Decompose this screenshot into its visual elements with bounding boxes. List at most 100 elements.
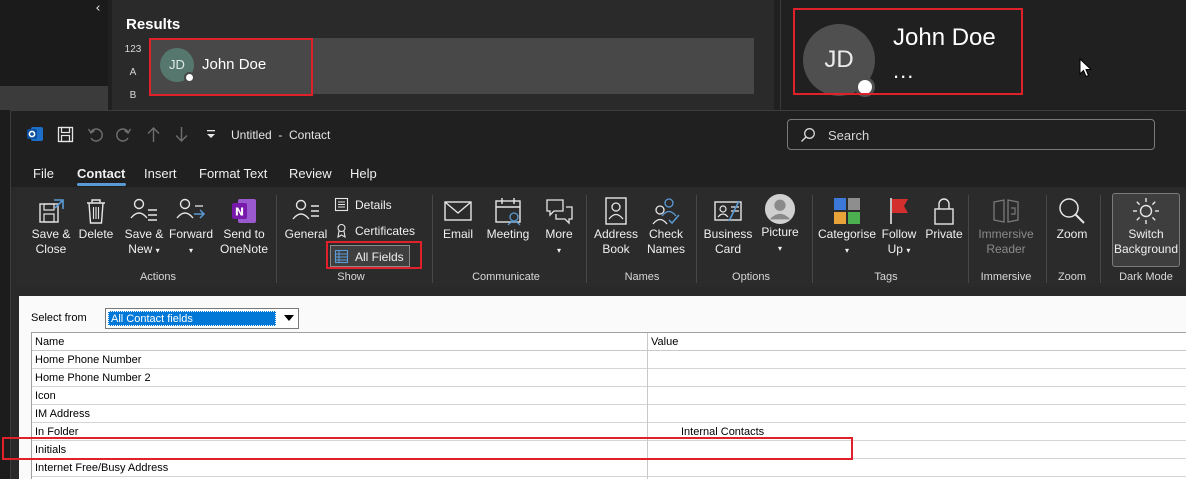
index-letter[interactable]: 123 [122, 44, 144, 55]
certificate-icon [337, 223, 346, 238]
field-name: IM Address [35, 408, 91, 420]
customize-toolbar-icon[interactable] [201, 124, 221, 144]
save-close-label: Save & Close [31, 227, 71, 256]
save-new-icon [128, 195, 160, 227]
active-tab-indicator [77, 183, 126, 186]
immersive-reader-icon [990, 195, 1022, 227]
zoom-label: Zoom [1056, 227, 1088, 241]
general-contact-icon [290, 195, 322, 227]
address-book-label: Address Book [593, 227, 639, 256]
search-placeholder: Search [828, 128, 870, 143]
business-card-icon [712, 195, 744, 227]
mail-icon [442, 195, 474, 227]
check-names-label: Check Names [646, 227, 685, 256]
undo-icon[interactable] [85, 124, 105, 144]
details-button[interactable]: Details [334, 197, 392, 212]
certificates-label: Certificates [355, 223, 416, 238]
table-row[interactable]: IM Address [32, 405, 1186, 423]
group-label-options: Options [732, 271, 770, 283]
group-label-names: Names [624, 271, 660, 283]
sun-icon [1130, 195, 1162, 227]
check-names-icon [650, 195, 682, 227]
group-separator [968, 195, 969, 283]
save-new-label: Save & New ▾ [124, 227, 164, 256]
select-from-dropdown[interactable]: All Contact fields [105, 308, 299, 329]
switch-background-content[interactable]: Switch Background [1110, 195, 1182, 257]
contact-card: JD John Doe ... [780, 0, 1186, 110]
general-button[interactable]: General [282, 195, 330, 242]
tab-review[interactable]: Review [289, 166, 332, 181]
delete-button[interactable]: Delete [75, 195, 117, 242]
select-from-label: Select from [31, 312, 87, 324]
group-label-tags: Tags [874, 271, 898, 283]
tab-help[interactable]: Help [350, 166, 377, 181]
save-close-button[interactable]: Save & Close [28, 195, 74, 257]
contact-picture-icon [764, 193, 796, 225]
column-header-value[interactable]: Value [651, 336, 678, 348]
table-row[interactable]: Internet Free/Busy Address [32, 459, 1186, 477]
certificates-button[interactable]: Certificates [334, 223, 415, 238]
categorise-icon [831, 195, 863, 227]
save-icon[interactable] [55, 124, 75, 144]
group-separator [432, 195, 433, 283]
address-book-button[interactable]: Address Book [592, 195, 640, 257]
left-pane-item[interactable] [0, 86, 108, 110]
redo-icon[interactable] [113, 124, 133, 144]
group-separator [696, 195, 697, 283]
ribbon: Save & Close Delete Save & New ▾ Forward… [16, 189, 1186, 287]
title-bar: Untitled - Contact Search [11, 111, 1186, 159]
field-name: Internet Free/Busy Address [35, 462, 169, 474]
save-close-icon [35, 195, 67, 227]
business-card-label: Business Card [703, 227, 753, 256]
svg-text:N: N [235, 206, 244, 219]
flag-icon [883, 195, 915, 227]
save-new-button[interactable]: Save & New ▾ [121, 195, 167, 258]
table-row[interactable]: Home Phone Number [32, 351, 1186, 369]
forward-button[interactable]: Forward ▾ [166, 195, 216, 258]
business-card-button[interactable]: Business Card [702, 195, 754, 257]
categorise-button[interactable]: Categorise ▾ [816, 195, 878, 258]
more-button[interactable]: More ▾ [538, 195, 580, 258]
email-button[interactable]: Email [438, 195, 478, 242]
check-names-button[interactable]: Check Names [642, 195, 690, 257]
highlight-box [793, 8, 1023, 95]
tab-format-text[interactable]: Format Text [199, 166, 267, 181]
highlight-box [326, 241, 422, 269]
send-to-onenote-label: Send to OneNote [219, 227, 269, 256]
onenote-icon: N [228, 195, 260, 227]
meeting-button[interactable]: Meeting [482, 195, 534, 242]
zoom-button[interactable]: Zoom [1050, 195, 1094, 242]
contact-window: Untitled - Contact Search File Contact I… [10, 110, 1186, 479]
picture-button[interactable]: Picture ▾ [756, 193, 804, 256]
table-row[interactable]: Home Phone Number 2 [32, 369, 1186, 387]
forward-label: Forward ▾ [168, 227, 213, 255]
immersive-reader-button[interactable]: Immersive Reader [972, 195, 1040, 257]
send-to-onenote-button[interactable]: N Send to OneNote [217, 195, 271, 257]
private-button[interactable]: Private [922, 195, 966, 242]
group-separator [276, 195, 277, 283]
group-label-dark-mode: Dark Mode [1119, 271, 1173, 283]
highlight-box [2, 437, 853, 460]
meeting-label: Meeting [486, 227, 530, 241]
ribbon-tabs: File Contact Insert Format Text Review H… [11, 159, 1186, 187]
dropdown-arrow-icon[interactable] [284, 315, 294, 321]
arrow-down-icon[interactable] [171, 124, 191, 144]
chat-bubbles-icon [543, 195, 575, 227]
tab-file[interactable]: File [33, 166, 54, 181]
tab-contact[interactable]: Contact [77, 166, 125, 181]
chevron-left-icon[interactable]: ‹ [89, 0, 107, 18]
column-header-name[interactable]: Name [35, 336, 64, 348]
search-input[interactable]: Search [787, 119, 1155, 150]
arrow-up-icon[interactable] [143, 124, 163, 144]
group-separator [1100, 195, 1101, 283]
highlight-box [149, 38, 313, 96]
group-label-actions: Actions [139, 271, 177, 283]
follow-up-button[interactable]: Follow Up ▾ [876, 195, 922, 258]
group-label-zoom: Zoom [1057, 271, 1087, 283]
search-icon [801, 128, 815, 142]
table-row[interactable]: Icon [32, 387, 1186, 405]
immersive-reader-label: Immersive Reader [978, 227, 1034, 256]
index-letter[interactable]: A [122, 67, 144, 78]
index-letter[interactable]: B [122, 90, 144, 101]
tab-insert[interactable]: Insert [144, 166, 177, 181]
